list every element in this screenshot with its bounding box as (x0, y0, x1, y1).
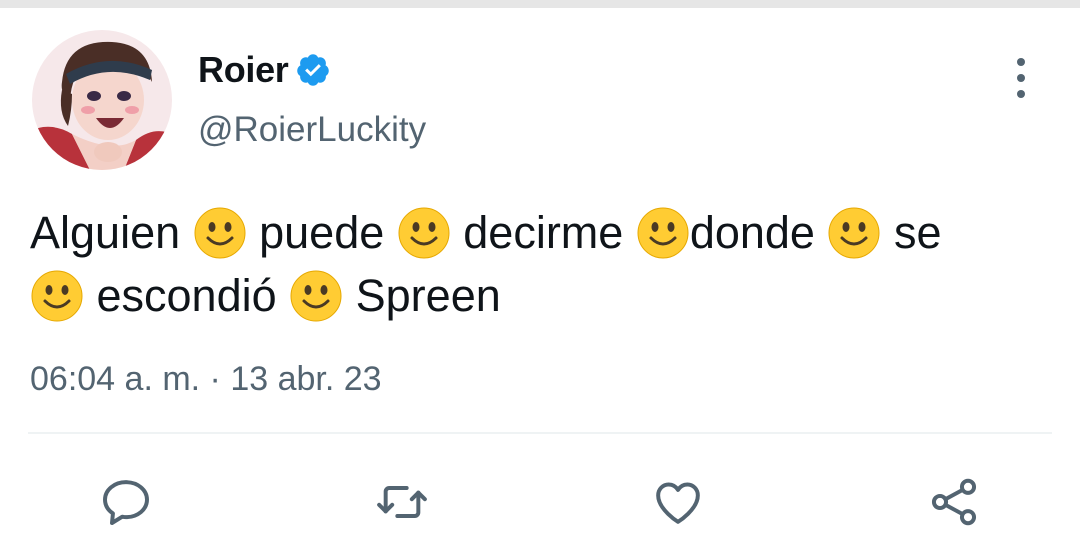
avatar-image (32, 30, 172, 170)
avatar[interactable] (32, 30, 172, 170)
tweet-text-segment: Alguien (30, 207, 193, 259)
share-button[interactable] (924, 472, 984, 532)
dot (1017, 58, 1025, 66)
slightly-smiling-face-emoji (827, 206, 881, 260)
tweet-timestamp[interactable]: 06:04 a. m. · 13 abr. 23 (30, 360, 382, 399)
tweet-text-segment: escondió (84, 270, 290, 322)
top-divider (0, 0, 1080, 8)
tweet-text: Alguien puede decirme donde se escondió … (30, 200, 1060, 326)
slightly-smiling-face-emoji (397, 206, 451, 260)
tweet-text-segment: puede (246, 207, 397, 259)
tweet-text-segment: donde (689, 207, 828, 259)
reply-icon (103, 480, 149, 525)
share-icon (931, 478, 977, 526)
retweet-button[interactable] (372, 472, 432, 532)
dot (1017, 74, 1025, 82)
retweet-icon (377, 486, 427, 518)
verified-badge-icon (296, 54, 329, 86)
more-options-icon[interactable] (1008, 58, 1034, 98)
like-button[interactable] (648, 472, 708, 532)
tweet-text-segment: Spreen (343, 270, 501, 322)
slightly-smiling-face-emoji (289, 269, 343, 323)
slightly-smiling-face-emoji (193, 206, 247, 260)
tweet-text-segment: se (881, 207, 942, 259)
reply-button[interactable] (96, 472, 156, 532)
heart-icon (656, 482, 700, 524)
divider (28, 432, 1052, 434)
tweet-text-segment: decirme (450, 207, 636, 259)
slightly-smiling-face-emoji (30, 269, 84, 323)
author-name-row[interactable]: Roier (198, 48, 331, 92)
handle[interactable]: @RoierLuckity (198, 110, 426, 150)
display-name[interactable]: Roier (198, 49, 289, 91)
dot (1017, 90, 1025, 98)
slightly-smiling-face-emoji (636, 206, 690, 260)
